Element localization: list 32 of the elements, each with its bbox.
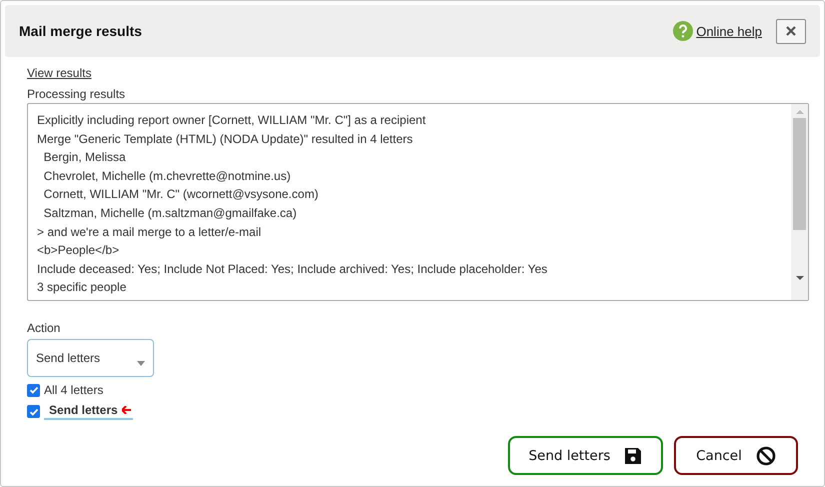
result-line: Explicitly including report owner [Cornett, WILLIAM "Mr. C"] as a recipient [37, 112, 427, 129]
checkbox-label: All 4 letters [44, 383, 104, 397]
cancel-button[interactable]: Cancel [674, 436, 798, 475]
result-line: Saltzman, Michelle (m.saltzman@gmailfake.ca) [42, 204, 298, 222]
help-icon [673, 21, 694, 41]
result-line: Cornett, WILLIAM "Mr. C" (wcornett@vsysone.com) [42, 186, 320, 204]
cancel-icon [756, 446, 776, 466]
results-text-area[interactable] [27, 103, 809, 301]
checkbox[interactable] [27, 384, 40, 396]
result-line: Merge "Generic Template (HTML) (NODA Update)" resulted in 4 letters [37, 130, 414, 148]
field-label: Action [27, 321, 62, 335]
dialog-title: Mail merge results [19, 23, 143, 39]
checkbox-label: Send letters [49, 403, 118, 417]
result-line: Include deceased: Yes; Include Not Placed: Yes; Include archived: Yes; Include placeholder: Yes [37, 260, 548, 278]
close-icon [786, 26, 796, 36]
result-line: 3 specific people [37, 279, 128, 296]
online-help-link[interactable]: Online help [696, 24, 762, 38]
send-button[interactable]: Send letters [508, 436, 663, 475]
result-line: Bergin, Melissa [42, 149, 127, 166]
save-icon [624, 446, 642, 464]
scrollbar[interactable] [791, 104, 808, 300]
close-button[interactable] [776, 18, 806, 44]
arrow-icon [122, 406, 131, 414]
field-label: Processing results [27, 87, 126, 101]
result-line: Chevrolet, Michelle (m.chevrette@notmine.us) [42, 168, 292, 185]
action-select[interactable]: Send letters [27, 339, 154, 377]
caret-icon [137, 360, 145, 366]
scroll-down-icon[interactable] [796, 276, 804, 280]
result-line: > and we're a mail merge to a letter/e-mail [37, 224, 262, 241]
view-results-link[interactable]: View results [27, 66, 92, 80]
result-line: <b>People</b> [37, 242, 120, 260]
checkbox[interactable] [27, 405, 40, 418]
